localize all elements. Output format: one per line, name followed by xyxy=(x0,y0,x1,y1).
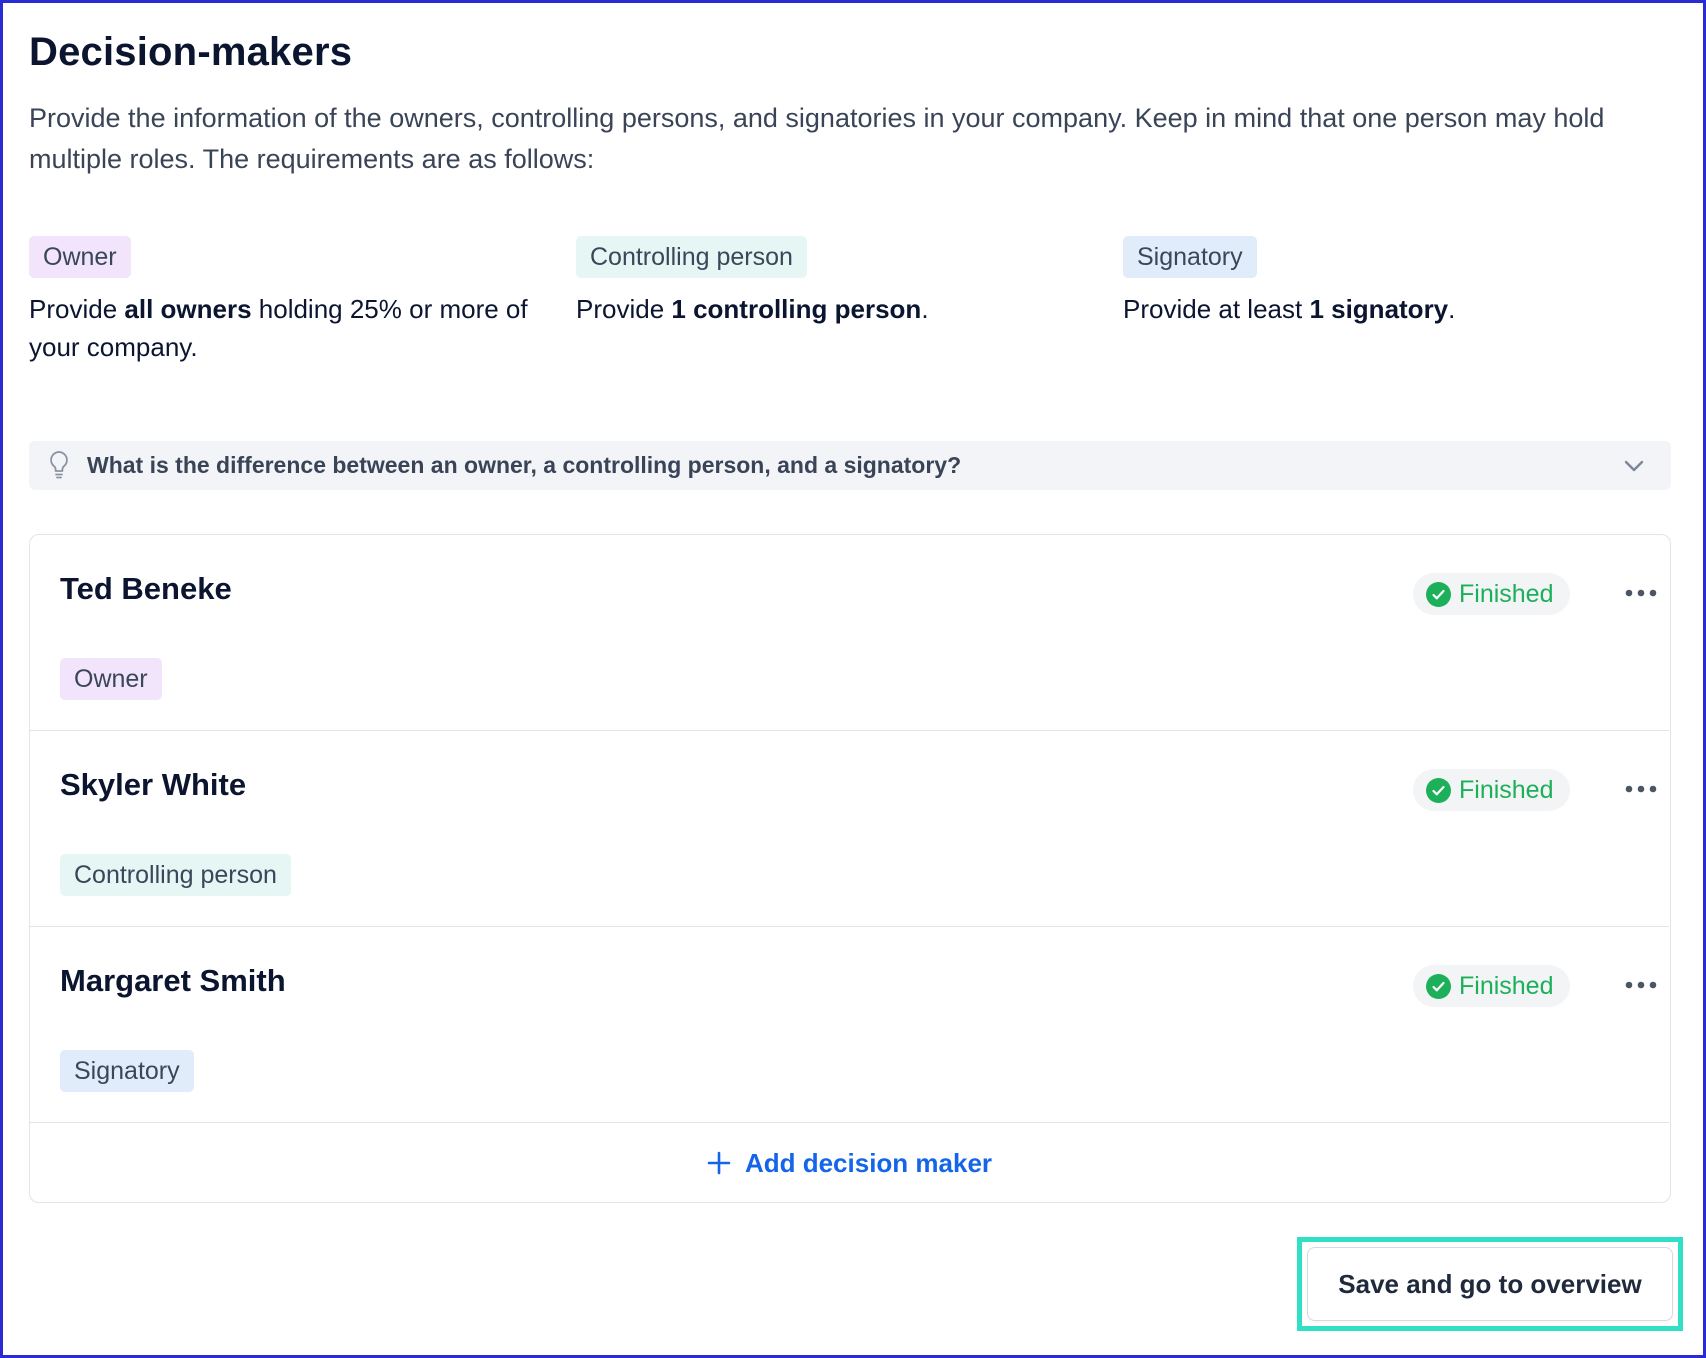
check-circle-icon xyxy=(1426,777,1451,803)
requirement-controlling-text: Provide 1 controlling person. xyxy=(576,294,929,324)
more-options-icon[interactable] xyxy=(1624,777,1658,801)
add-decision-maker-button[interactable]: Add decision maker xyxy=(30,1123,1669,1203)
faq-question: What is the difference between an owner,… xyxy=(87,452,962,478)
decision-maker-name: Margaret Smith xyxy=(60,963,286,998)
lightbulb-icon xyxy=(50,451,68,479)
page-title: Decision-makers xyxy=(29,30,353,74)
requirement-owner-text: Provide all owners holding 25% or more o… xyxy=(29,294,528,362)
list-item: Skyler White Finished Controlling person xyxy=(30,731,1669,927)
more-options-icon[interactable] xyxy=(1624,973,1658,997)
status-badge: Finished xyxy=(1413,965,1570,1007)
list-item: Margaret Smith Finished Signatory xyxy=(30,927,1669,1123)
role-badge-controlling-person: Controlling person xyxy=(60,854,291,896)
requirement-owner: Owner Provide all owners holding 25% or … xyxy=(29,236,549,366)
save-and-go-to-overview-button[interactable]: Save and go to overview xyxy=(1307,1247,1673,1321)
controlling-person-badge: Controlling person xyxy=(576,236,807,278)
decision-makers-list: Ted Beneke Finished Owner Skyler White F… xyxy=(29,534,1671,1203)
status-label: Finished xyxy=(1459,579,1554,608)
status-label: Finished xyxy=(1459,971,1554,1000)
plus-icon xyxy=(707,1151,731,1175)
add-decision-maker-label: Add decision maker xyxy=(744,1147,993,1178)
more-options-icon[interactable] xyxy=(1624,581,1658,605)
status-badge: Finished xyxy=(1413,769,1570,811)
decision-maker-name: Skyler White xyxy=(60,767,247,802)
status-label: Finished xyxy=(1459,775,1554,804)
role-badge-owner: Owner xyxy=(60,658,162,700)
signatory-badge: Signatory xyxy=(1123,236,1257,278)
list-item: Ted Beneke Finished Owner xyxy=(30,535,1669,731)
role-badge-signatory: Signatory xyxy=(60,1050,194,1092)
check-circle-icon xyxy=(1426,973,1451,999)
decision-maker-name: Ted Beneke xyxy=(60,571,232,606)
chevron-down-icon xyxy=(1624,460,1644,472)
owner-badge: Owner xyxy=(29,236,131,278)
faq-accordion-toggle[interactable]: What is the difference between an owner,… xyxy=(29,441,1671,490)
requirement-signatory-text: Provide at least 1 signatory. xyxy=(1123,294,1456,324)
requirement-signatory: Signatory Provide at least 1 signatory. xyxy=(1123,236,1643,328)
status-badge: Finished xyxy=(1413,573,1570,615)
page-intro: Provide the information of the owners, c… xyxy=(29,103,1605,174)
check-circle-icon xyxy=(1426,581,1451,607)
requirement-controlling: Controlling person Provide 1 controlling… xyxy=(576,236,1096,328)
